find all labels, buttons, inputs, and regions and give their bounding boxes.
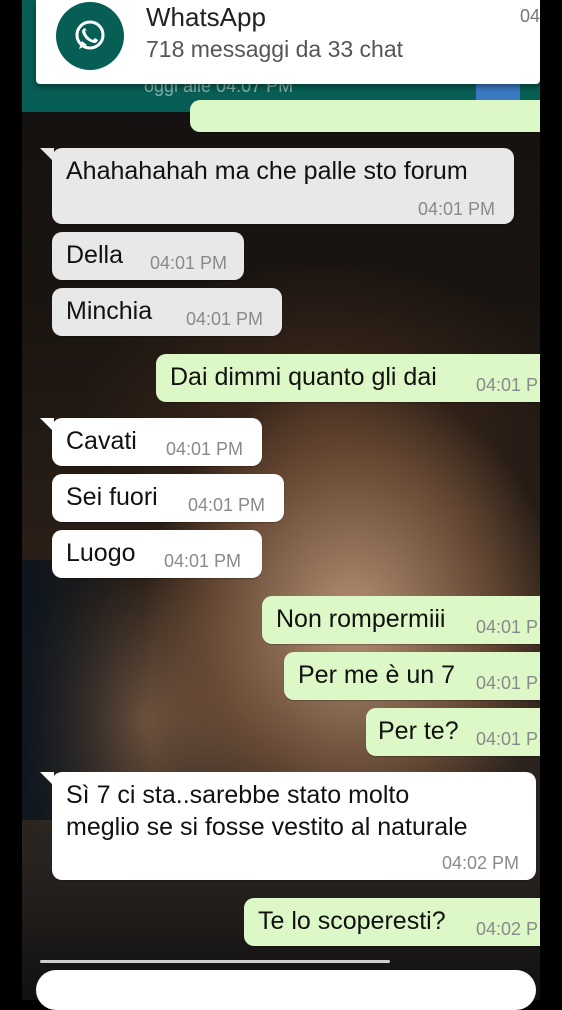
message-input[interactable]: [36, 970, 536, 1010]
whatsapp-icon: [56, 2, 124, 70]
message-time: 04:01 PM: [164, 551, 242, 571]
notification-banner[interactable]: WhatsApp 718 messaggi da 33 chat 04: [36, 0, 540, 84]
message-time: 04:01 PM: [186, 309, 264, 329]
message-time: 04:01 P: [476, 375, 539, 395]
message-text: Te lo scoperesti?: [258, 907, 446, 935]
message-bubble[interactable]: Cavati 04:01 PM: [40, 418, 262, 466]
message-text: Per me è un 7: [298, 661, 456, 689]
message-bubble[interactable]: Per me è un 7 04:01 P: [284, 652, 540, 700]
message-bubble[interactable]: Dai dimmi quanto gli dai 04:01 P: [156, 354, 540, 402]
message-text: Sei fuori: [66, 483, 158, 511]
message-bubble[interactable]: Per te? 04:01 P: [366, 708, 540, 756]
message-text: Per te?: [378, 717, 459, 745]
message-bubble[interactable]: Non rompermiii 04:01 P: [262, 596, 540, 644]
message-bubble[interactable]: Luogo 04:01 PM: [52, 530, 262, 578]
message-text-line-2: meglio se si fosse vestito al naturale: [66, 813, 468, 841]
notification-title: WhatsApp: [146, 2, 266, 32]
message-bubble[interactable]: Ahahahahah ma che palle sto forum 04:01 …: [40, 148, 514, 224]
message-bubble-partial[interactable]: [190, 100, 540, 132]
message-time: 04:01 PM: [418, 199, 496, 219]
message-bubble[interactable]: Sei fuori 04:01 PM: [52, 474, 284, 522]
message-bubble[interactable]: Minchia 04:01 PM: [52, 288, 282, 336]
message-time: 04:01 P: [476, 673, 539, 693]
message-text-line-1: Sì 7 ci sta..sarebbe stato molto: [66, 781, 410, 809]
message-bubble[interactable]: Te lo scoperesti? 04:02 P: [244, 898, 540, 946]
message-text: Cavati: [66, 427, 137, 455]
message-time: 04:01 P: [476, 729, 539, 749]
message-text: Dai dimmi quanto gli dai: [170, 363, 437, 391]
message-text: Minchia: [66, 297, 153, 325]
message-time: 04:01 PM: [150, 253, 228, 273]
message-bubble[interactable]: Sì 7 ci sta..sarebbe stato molto meglio …: [40, 772, 536, 880]
message-text: Ahahahahah ma che palle sto forum: [66, 157, 468, 185]
message-time: 04:01 P: [476, 617, 539, 637]
message-time: 04:02 P: [476, 919, 539, 939]
message-bubble[interactable]: Della 04:01 PM: [52, 232, 244, 280]
message-time: 04:02 PM: [442, 853, 520, 873]
message-text: Della: [66, 241, 123, 269]
notification-text: 718 messaggi da 33 chat: [146, 36, 404, 62]
message-text: Non rompermiii: [276, 605, 446, 633]
message-time: 04:01 PM: [166, 439, 244, 459]
message-text: Luogo: [66, 539, 136, 567]
message-time: 04:01 PM: [188, 495, 266, 515]
notification-time: 04: [519, 6, 540, 26]
scroll-indicator: [40, 960, 390, 963]
